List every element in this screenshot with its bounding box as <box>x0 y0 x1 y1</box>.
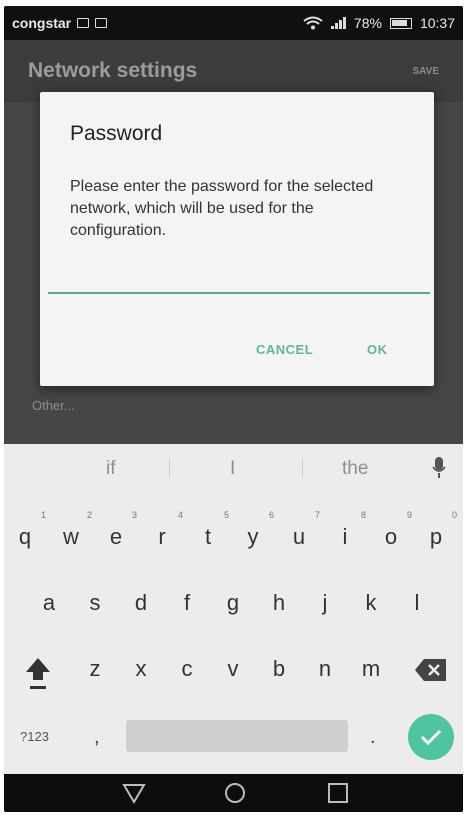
suggestion-2[interactable]: I <box>230 458 235 480</box>
key-p[interactable]: p0 <box>421 510 457 550</box>
recents-icon[interactable] <box>326 782 350 804</box>
key-r[interactable]: r4 <box>147 510 183 550</box>
soft-keyboard: if I the q1 w2 e3 r4 t5 y6 u7 i8 o9 p0 a… <box>4 444 463 774</box>
key-l[interactable]: l <box>402 590 432 616</box>
password-dialog: Password Please enter the password for t… <box>40 92 434 386</box>
suggestion-divider <box>302 458 303 478</box>
symbols-key[interactable]: ?123 <box>20 729 49 744</box>
battery-icon <box>389 17 412 29</box>
signal-icon <box>330 17 346 29</box>
suggestion-1[interactable]: if <box>106 458 116 480</box>
back-icon[interactable] <box>122 782 146 804</box>
message-icon <box>77 18 90 28</box>
phone-screen: congstar 78% 10:37 Network settings SAVE… <box>4 6 463 812</box>
key-w[interactable]: w2 <box>56 510 92 550</box>
key-v[interactable]: v <box>218 656 248 682</box>
other-network-item[interactable]: Other... <box>32 398 75 413</box>
suggestion-bar: if I the <box>4 444 463 490</box>
dialog-message: Please enter the password for the select… <box>70 178 374 239</box>
save-button[interactable]: SAVE <box>413 66 440 77</box>
comma-key[interactable]: , <box>94 726 100 749</box>
key-s[interactable]: s <box>80 590 110 616</box>
key-e[interactable]: e3 <box>101 510 137 550</box>
key-f[interactable]: f <box>172 590 202 616</box>
key-h[interactable]: h <box>264 590 294 616</box>
key-t[interactable]: t5 <box>193 510 229 550</box>
wifi-icon <box>303 16 323 30</box>
suggestion-3[interactable]: the <box>342 458 368 480</box>
status-bar: congstar 78% 10:37 <box>4 6 463 40</box>
key-a[interactable]: a <box>34 590 64 616</box>
period-key[interactable]: . <box>370 726 376 749</box>
navigation-bar <box>4 774 463 812</box>
page-title: Network settings <box>28 59 198 82</box>
key-u[interactable]: u7 <box>284 510 320 550</box>
cancel-button[interactable]: CANCEL <box>256 342 313 357</box>
key-m[interactable]: m <box>356 656 386 682</box>
suggestion-divider <box>169 458 170 478</box>
ok-button[interactable]: OK <box>367 342 388 357</box>
key-d[interactable]: d <box>126 590 156 616</box>
key-c[interactable]: c <box>172 656 202 682</box>
dialog-title: Password <box>70 122 163 145</box>
battery-percent: 78% <box>353 15 382 31</box>
key-z[interactable]: z <box>80 656 110 682</box>
key-j[interactable]: j <box>310 590 340 616</box>
image-icon <box>95 18 108 28</box>
clock: 10:37 <box>419 15 455 31</box>
home-icon[interactable] <box>223 782 247 804</box>
shift-icon[interactable] <box>24 656 52 692</box>
key-g[interactable]: g <box>218 590 248 616</box>
mic-icon[interactable] <box>432 456 446 480</box>
enter-key[interactable] <box>408 714 454 760</box>
password-input[interactable] <box>48 262 430 294</box>
space-key[interactable] <box>126 720 348 752</box>
key-o[interactable]: o9 <box>376 510 412 550</box>
key-x[interactable]: x <box>126 656 156 682</box>
key-k[interactable]: k <box>356 590 386 616</box>
key-n[interactable]: n <box>310 656 340 682</box>
backspace-icon[interactable] <box>414 658 448 682</box>
check-icon <box>420 729 442 746</box>
key-y[interactable]: y6 <box>238 510 275 550</box>
carrier-name: congstar <box>12 15 72 31</box>
key-b[interactable]: b <box>264 656 294 682</box>
key-q[interactable]: q1 <box>10 510 46 550</box>
key-i[interactable]: i8 <box>330 510 366 550</box>
